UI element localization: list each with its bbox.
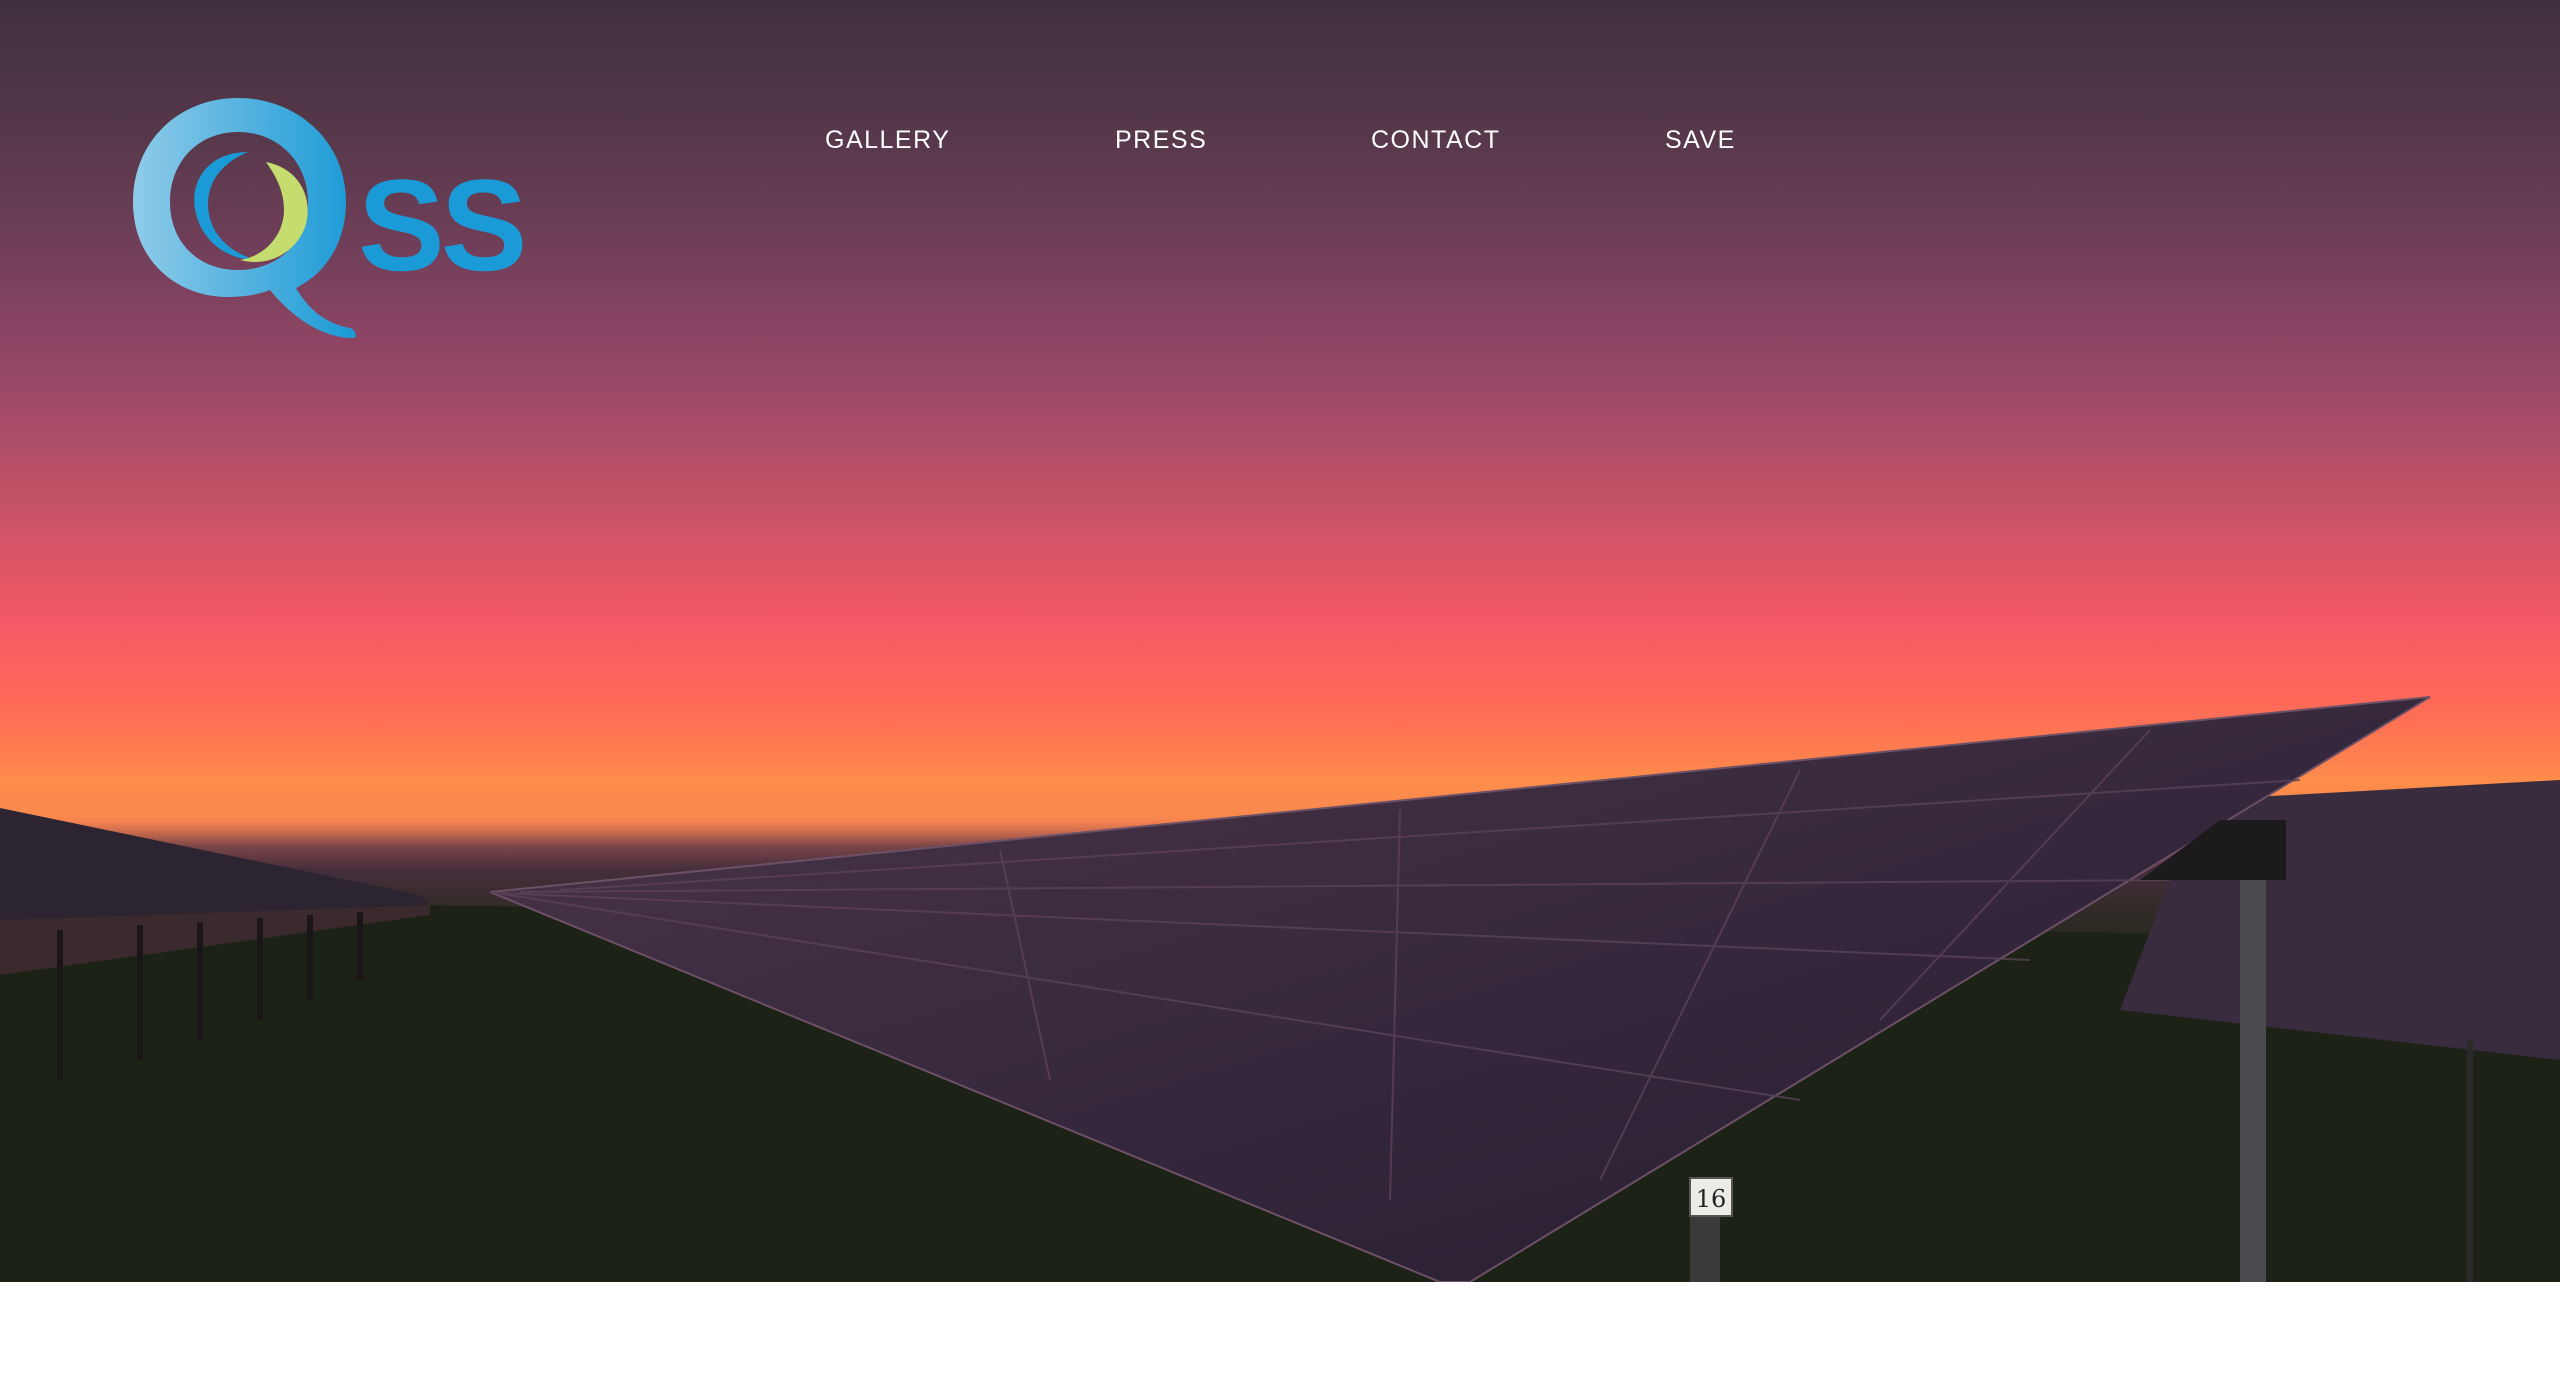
panel-number-label: 16 [1696, 1185, 1727, 1213]
nav-gallery-link[interactable]: GALLERY [825, 126, 950, 155]
nav-press-link[interactable]: PRESS [1115, 126, 1207, 155]
nav-contact-link[interactable]: CONTACT [1371, 126, 1500, 155]
nav-save-link[interactable]: SAVE [1665, 126, 1736, 155]
white-footer-band [0, 1282, 2560, 1392]
page: 16 SS GALLERY PRESS CONTACT SAVE [0, 0, 2560, 1392]
svg-text:SS: SS [358, 152, 523, 298]
main-navigation: GALLERY PRESS CONTACT SAVE [0, 126, 2560, 166]
